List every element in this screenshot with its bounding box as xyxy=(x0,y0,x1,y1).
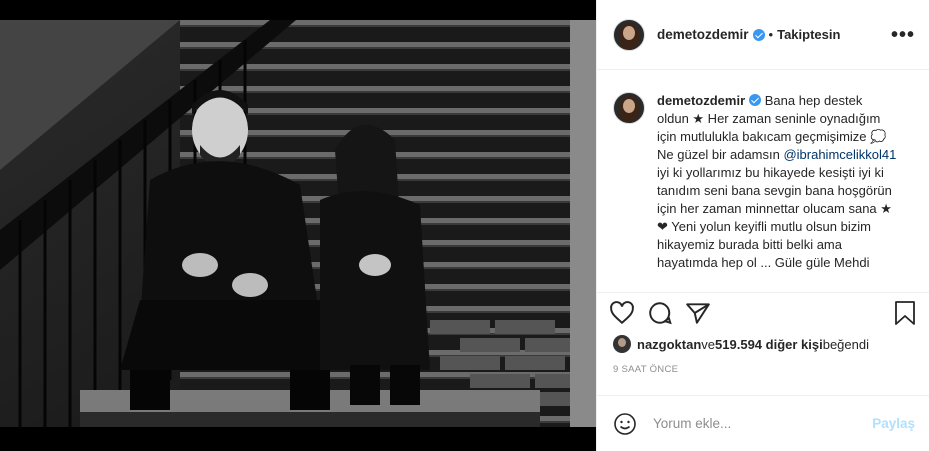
caption-verified-badge-icon xyxy=(749,94,762,106)
post-side-panel: demetozdemir • Takiptesin ••• demetozdem… xyxy=(596,0,929,451)
bookmark-icon[interactable] xyxy=(893,300,917,326)
comment-box: Yorum ekle... Paylaş xyxy=(597,395,929,451)
post-header: demetozdemir • Takiptesin ••• xyxy=(597,0,929,70)
avatar[interactable] xyxy=(613,18,645,51)
comment-icon[interactable] xyxy=(647,300,673,326)
mention-link[interactable]: @ibrahimcelikkol41 xyxy=(783,147,896,162)
smiley-icon[interactable] xyxy=(613,412,637,436)
likes-row: nazgoktan ve 519.594 diğer kişi beğendi xyxy=(597,332,929,356)
likes-conjunction: ve xyxy=(701,336,716,352)
post-timestamp[interactable]: 9 SAAT ÖNCE xyxy=(597,356,929,384)
verified-badge-icon xyxy=(752,28,765,41)
more-options-icon[interactable]: ••• xyxy=(891,25,915,45)
first-liker-link[interactable]: nazgoktan xyxy=(637,337,701,352)
instagram-post-modal: demetozdemir • Takiptesin ••• demetozdem… xyxy=(0,0,929,451)
caption-username-link[interactable]: demetozdemir xyxy=(657,93,745,108)
caption-avatar[interactable] xyxy=(613,92,645,124)
action-bar xyxy=(597,292,929,332)
caption-area: demetozdemir Bana hep destek oldun ★ Her… xyxy=(597,70,929,292)
likes-count-link[interactable]: 519.594 diğer kişi xyxy=(715,337,823,352)
follow-status-button[interactable]: Takiptesin xyxy=(777,27,840,42)
post-comment-button[interactable]: Paylaş xyxy=(872,416,915,431)
liker-avatar[interactable] xyxy=(613,335,631,353)
username-link[interactable]: demetozdemir xyxy=(657,27,749,42)
caption-text-part2: iyi ki yollarımız bu hikayede kesişti iy… xyxy=(657,165,892,216)
caption-text-part3: Yeni yolun keyifli mutlu olsun bizim hik… xyxy=(657,219,871,270)
comment-input[interactable]: Yorum ekle... xyxy=(653,416,872,431)
caption-text: demetozdemir Bana hep destek oldun ★ Her… xyxy=(657,92,897,292)
post-photo[interactable] xyxy=(0,0,596,451)
heart-icon[interactable] xyxy=(609,300,635,326)
likes-suffix: beğendi xyxy=(822,336,869,352)
share-icon[interactable] xyxy=(685,300,711,326)
separator-dot: • xyxy=(768,27,774,42)
black-white-photo-stairs-couple xyxy=(0,20,596,427)
heart-emoji: ❤ xyxy=(657,219,668,234)
